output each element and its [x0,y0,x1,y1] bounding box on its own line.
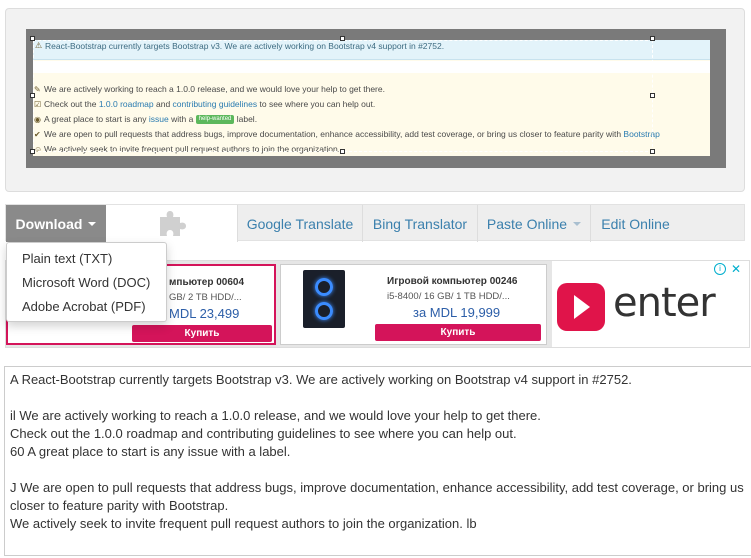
caret-down-icon [573,221,582,226]
toolbar: Download Google Translate Bing Translato… [5,204,745,242]
caret-down-icon [88,221,97,226]
preview-panel: ⚠ React-Bootstrap currently targets Boot… [5,8,745,192]
download-txt-option[interactable]: Plain text (TXT) [7,248,166,272]
ad-info-icon[interactable]: i [714,263,726,275]
output-line [10,461,747,479]
output-line: A React-Bootstrap currently targets Boot… [10,372,632,387]
ad-card-1-price: MDL 23,499 [169,306,240,321]
extension-area [106,205,237,242]
ad-card-2-buy-button[interactable]: Купить [375,324,541,341]
google-translate-button[interactable]: Google Translate [237,205,362,242]
resize-handle[interactable] [30,149,35,154]
download-label: Download [15,215,83,232]
resize-handle[interactable] [340,149,345,154]
ad-card-2-title: Игровой компьютер 00246 [387,276,518,287]
output-line: J We are open to pull requests that addr… [10,480,744,513]
resize-handle[interactable] [30,36,35,41]
output-line: il We are actively working to reach a 1.… [10,408,541,423]
output-line: We actively seek to invite frequent pull… [10,516,477,531]
resize-handle[interactable] [340,36,345,41]
ad-card-1-buy-button[interactable]: Купить [132,325,272,342]
download-button[interactable]: Download [6,205,106,242]
paste-online-label: Paste Online [486,215,568,232]
resize-handle[interactable] [30,92,35,98]
bing-translator-button[interactable]: Bing Translator [362,205,477,242]
paste-online-button[interactable]: Paste Online [477,205,590,242]
download-pdf-option[interactable]: Adobe Acrobat (PDF) [7,296,166,320]
ad-card-1-title: мпьютер 00604 [169,277,245,288]
ad-card-2[interactable]: Игровой компьютер 00246 i5-8400/ 16 GB/ … [280,264,547,345]
resize-handle[interactable] [650,149,655,154]
enter-logo [557,283,605,331]
computer-image [303,270,345,328]
resize-handle[interactable] [650,92,655,98]
play-icon [574,295,590,319]
ad-enter-banner[interactable]: enter i ✕ [552,261,749,347]
download-doc-option[interactable]: Microsoft Word (DOC) [7,272,166,296]
output-line [10,389,747,407]
fan-icon [315,302,333,320]
selection-box[interactable] [33,40,653,152]
ad-close-icon[interactable]: ✕ [730,263,742,275]
puzzle-icon[interactable] [157,208,189,239]
output-line: 60 A great place to start is any issue w… [10,444,291,459]
download-menu: Plain text (TXT) Microsoft Word (DOC) Ad… [6,242,167,322]
fan-icon [315,278,333,296]
ocr-output-textarea[interactable]: A React-Bootstrap currently targets Boot… [4,366,751,556]
ad-card-2-specs: i5-8400/ 16 GB/ 1 TB HDD/... [387,291,510,302]
resize-handle[interactable] [650,36,655,41]
output-line: Check out the 1.0.0 roadmap and contribu… [10,426,517,441]
ad-card-1-specs: GB/ 2 TB HDD/... [169,292,242,303]
edit-online-button[interactable]: Edit Online [590,205,680,242]
enter-brand-text: enter [613,280,716,326]
ad-card-2-price: за MDL 19,999 [413,305,501,320]
